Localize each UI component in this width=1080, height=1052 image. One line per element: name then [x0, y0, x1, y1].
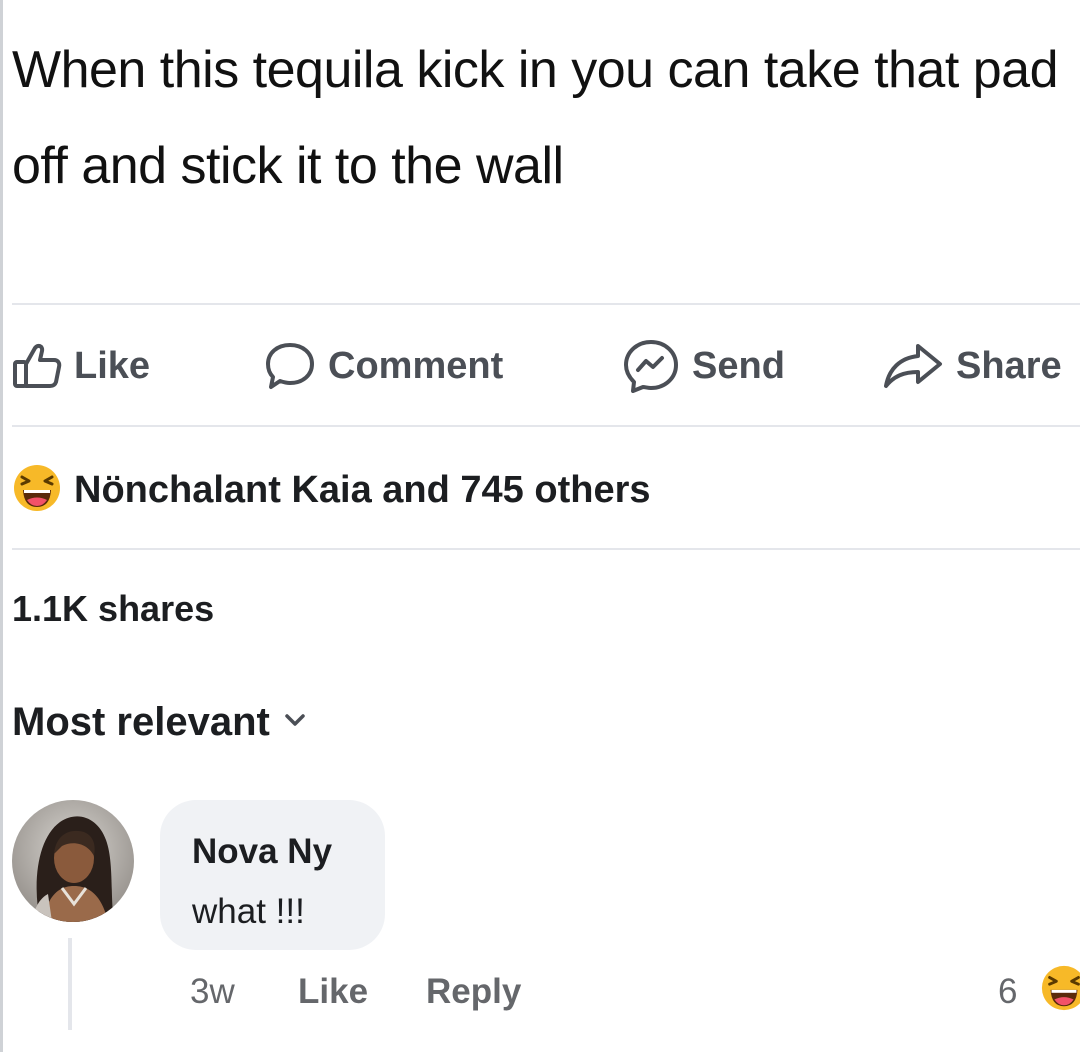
post-text: When this tequila kick in you can take t… [12, 41, 1059, 195]
laughing-emoji-icon[interactable] [1040, 964, 1080, 1017]
comment-reply-button[interactable]: Reply [426, 972, 521, 1012]
comment-sort-dropdown[interactable]: Most relevant [12, 700, 306, 745]
comment-bubble-icon [264, 342, 316, 390]
comment-reaction-count[interactable]: 6 [998, 972, 1017, 1012]
share-button[interactable]: Share [882, 330, 1062, 402]
comment-bubble: Nova Ny what !!! [160, 800, 385, 950]
messenger-icon [622, 339, 680, 393]
avatar[interactable] [12, 800, 134, 922]
laughing-emoji-icon [12, 463, 62, 518]
share-label: Share [956, 344, 1062, 387]
post-container: When this tequila kick in you can take t… [0, 0, 1080, 1052]
divider-bottom [12, 548, 1080, 550]
shares-count[interactable]: 1.1K shares [12, 588, 214, 630]
comment-timestamp[interactable]: 3w [190, 972, 235, 1012]
comment-text: what !!! [192, 892, 305, 931]
chevron-down-icon [270, 713, 306, 732]
action-bar: Like Comment Send Share [12, 330, 1080, 402]
comment-author[interactable]: Nova Ny [192, 832, 332, 872]
send-label: Send [692, 344, 785, 387]
share-arrow-icon [882, 342, 944, 390]
reactions-text: Nönchalant Kaia and 745 others [74, 468, 651, 511]
divider-top [12, 303, 1080, 305]
left-border [0, 0, 3, 1052]
thumbs-up-icon [12, 343, 62, 389]
like-label: Like [74, 344, 151, 387]
comment-label: Comment [328, 344, 504, 387]
send-button[interactable]: Send [622, 330, 785, 402]
comment-button[interactable]: Comment [264, 330, 503, 402]
reactions-summary[interactable]: Nönchalant Kaia and 745 others [12, 462, 651, 518]
like-button[interactable]: Like [12, 330, 150, 402]
thread-line [68, 938, 82, 1030]
divider-middle [12, 425, 1080, 427]
sort-label: Most relevant [12, 700, 270, 744]
comment-like-button[interactable]: Like [298, 972, 368, 1012]
